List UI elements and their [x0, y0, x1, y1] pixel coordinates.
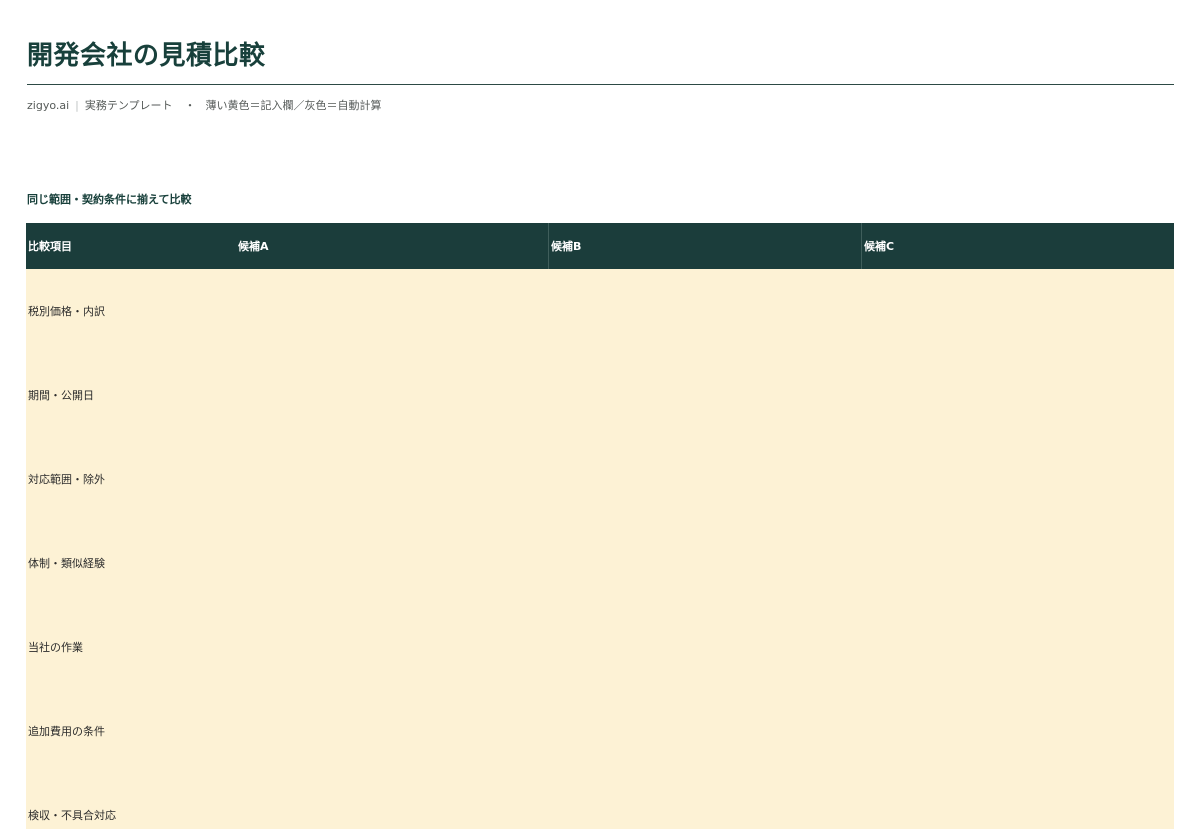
input-cell-c[interactable] [861, 689, 1174, 773]
column-header-item: 比較項目 [28, 240, 72, 253]
page-title: 開発会社の見積比較 [27, 41, 266, 71]
input-cell-a[interactable] [236, 773, 548, 829]
input-cell-c[interactable] [861, 773, 1174, 829]
meta-separator: | [75, 99, 79, 112]
table-row: 追加費用の条件 [26, 689, 1174, 773]
row-label: 当社の作業 [28, 641, 83, 654]
row-label: 追加費用の条件 [28, 725, 105, 738]
meta-line: zigyo.ai | 実務テンプレート・薄い黄色＝記入欄／灰色＝自動計算 [27, 98, 382, 114]
section-heading: 同じ範囲・契約条件に揃えて比較 [27, 193, 192, 206]
input-cell-a[interactable] [236, 689, 548, 773]
comparison-table: 比較項目 候補A 候補B 候補C 税別価格・内訳 期間・公開日 対応範囲・除外 [26, 223, 1174, 829]
table-body: 税別価格・内訳 期間・公開日 対応範囲・除外 体制・類似経験 当社の作業 追加費… [26, 269, 1174, 829]
column-header-candidate-a: 候補A [238, 240, 269, 253]
title-divider [27, 84, 1174, 85]
category-label: 実務テンプレート [84, 99, 173, 112]
input-cell-a[interactable] [236, 521, 548, 605]
row-label: 期間・公開日 [28, 389, 94, 402]
template-page: 開発会社の見積比較 zigyo.ai | 実務テンプレート・薄い黄色＝記入欄／灰色＝… [0, 0, 1200, 829]
input-cell-b[interactable] [548, 437, 861, 521]
input-cell-b[interactable] [548, 521, 861, 605]
row-label: 対応範囲・除外 [28, 473, 105, 486]
row-label: 体制・類似経験 [28, 557, 105, 570]
input-cell-c[interactable] [861, 269, 1174, 353]
table-row: 体制・類似経験 [26, 521, 1174, 605]
table-row: 期間・公開日 [26, 353, 1174, 437]
input-cell-a[interactable] [236, 605, 548, 689]
input-cell-a[interactable] [236, 437, 548, 521]
input-cell-b[interactable] [548, 773, 861, 829]
input-cell-b[interactable] [548, 689, 861, 773]
input-cell-c[interactable] [861, 605, 1174, 689]
input-cell-c[interactable] [861, 521, 1174, 605]
input-cell-a[interactable] [236, 353, 548, 437]
brand-label: zigyo.ai [27, 99, 70, 112]
input-cell-b[interactable] [548, 269, 861, 353]
input-cell-b[interactable] [548, 353, 861, 437]
table-row: 対応範囲・除外 [26, 437, 1174, 521]
meta-bullet: ・ [184, 99, 196, 112]
input-cell-c[interactable] [861, 437, 1174, 521]
input-cell-c[interactable] [861, 353, 1174, 437]
input-cell-b[interactable] [548, 605, 861, 689]
table-row: 検収・不具合対応 [26, 773, 1174, 829]
column-header-candidate-b: 候補B [548, 223, 861, 269]
legend-note: 薄い黄色＝記入欄／灰色＝自動計算 [205, 99, 382, 112]
table-row: 税別価格・内訳 [26, 269, 1174, 353]
table-row: 当社の作業 [26, 605, 1174, 689]
table-header-row: 比較項目 候補A 候補B 候補C [26, 223, 1174, 269]
input-cell-a[interactable] [236, 269, 548, 353]
column-header-candidate-c: 候補C [861, 223, 1174, 269]
row-label: 税別価格・内訳 [28, 305, 105, 318]
row-label: 検収・不具合対応 [28, 809, 116, 822]
